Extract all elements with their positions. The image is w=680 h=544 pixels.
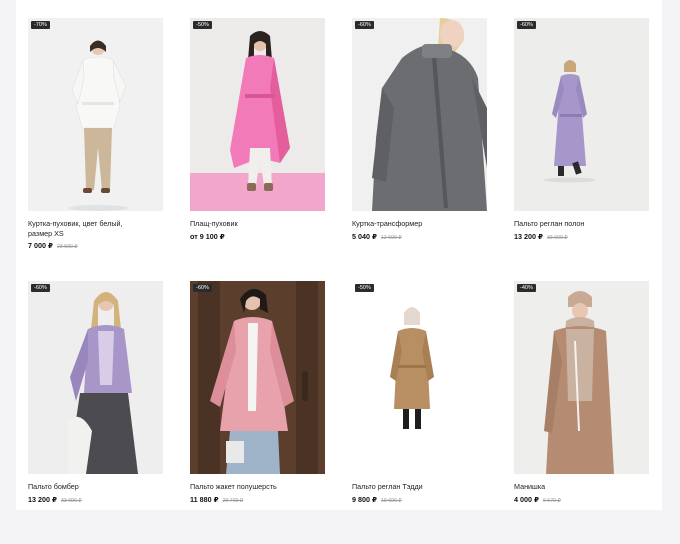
old-price: 6 670 ₽ (542, 497, 561, 504)
product-photo[interactable]: -60% (190, 281, 325, 474)
discount-badge: -60% (517, 21, 536, 29)
discount-badge: -50% (355, 284, 374, 292)
product-price: от 9 100 ₽ (190, 231, 225, 241)
product-card[interactable]: -60% Куртка-трансформер 5 040 ₽ 12 600 ₽ (352, 18, 487, 281)
product-price: 9 800 ₽ (352, 494, 377, 504)
product-card[interactable]: -70% Куртка-пуховик, цвет белый, размер … (28, 18, 163, 281)
discount-badge: -70% (31, 21, 50, 29)
product-price: 13 200 ₽ (514, 231, 543, 241)
product-price: 4 000 ₽ (514, 494, 539, 504)
product-title[interactable]: Пальто бомбер (28, 482, 148, 492)
product-price: 7 000 ₽ (28, 241, 53, 250)
discount-badge: -60% (355, 21, 374, 29)
product-price: 5 040 ₽ (352, 231, 377, 241)
product-title[interactable]: Манишка (514, 482, 634, 492)
discount-badge: -50% (193, 21, 212, 29)
catalog-page: -70% Куртка-пуховик, цвет белый, размер … (16, 0, 662, 510)
product-card[interactable]: -60% Пальто реглан полон 13 200 ₽ 33 000… (514, 18, 649, 281)
old-price: 33 000 ₽ (60, 497, 82, 504)
price-row: 13 200 ₽ 33 000 ₽ (514, 232, 649, 241)
old-price: 12 600 ₽ (380, 234, 402, 241)
product-card[interactable]: -60% Пальто бомбер 13 200 ₽ 33 000 ₽ (28, 281, 163, 544)
discount-badge: -60% (31, 284, 50, 292)
product-photo[interactable]: -60% (28, 281, 163, 474)
product-card[interactable]: -40% Манишка 4 000 ₽ 6 670 ₽ (514, 281, 649, 544)
old-price: 19 600 ₽ (380, 497, 402, 504)
product-photo[interactable]: -50% (352, 281, 487, 474)
product-card[interactable]: -50% Плащ-пуховик от 9 100 ₽ (190, 18, 325, 281)
old-price: 23 500 ₽ (56, 244, 78, 250)
product-photo[interactable]: -40% (514, 281, 649, 474)
product-grid: -70% Куртка-пуховик, цвет белый, размер … (28, 18, 649, 544)
price-row: 4 000 ₽ 6 670 ₽ (514, 495, 649, 504)
product-photo[interactable]: -60% (514, 18, 649, 211)
price-row: 11 880 ₽ 29 700 ₽ (190, 495, 325, 504)
discount-badge: -60% (193, 284, 212, 292)
product-photo[interactable]: -70% (28, 18, 163, 211)
product-card[interactable]: -50% Пальто реглан Тэдди 9 800 ₽ 19 600 … (352, 281, 487, 544)
product-price: 11 880 ₽ (190, 494, 219, 504)
old-price: 33 000 ₽ (546, 234, 568, 241)
price-row: 9 800 ₽ 19 600 ₽ (352, 495, 487, 504)
discount-badge: -40% (517, 284, 536, 292)
product-title[interactable]: Пальто реглан Тэдди (352, 482, 472, 492)
product-price: 13 200 ₽ (28, 494, 57, 504)
product-photo[interactable]: -60% (352, 18, 487, 211)
product-title[interactable]: Куртка-трансформер (352, 219, 472, 229)
product-title[interactable]: Куртка-пуховик, цвет белый, размер XS (28, 219, 148, 238)
product-photo[interactable]: -50% (190, 18, 325, 211)
old-price: 29 700 ₽ (222, 497, 244, 504)
product-card[interactable]: -60% Пальто жакет полушерсть 11 880 ₽ 29… (190, 281, 325, 544)
price-row: 7 000 ₽ 23 500 ₽ (28, 241, 163, 250)
product-title[interactable]: Пальто реглан полон (514, 219, 634, 229)
product-title[interactable]: Пальто жакет полушерсть (190, 482, 310, 492)
price-row: 5 040 ₽ 12 600 ₽ (352, 232, 487, 241)
price-row: от 9 100 ₽ (190, 232, 325, 241)
price-row: 13 200 ₽ 33 000 ₽ (28, 495, 163, 504)
product-title[interactable]: Плащ-пуховик (190, 219, 310, 229)
